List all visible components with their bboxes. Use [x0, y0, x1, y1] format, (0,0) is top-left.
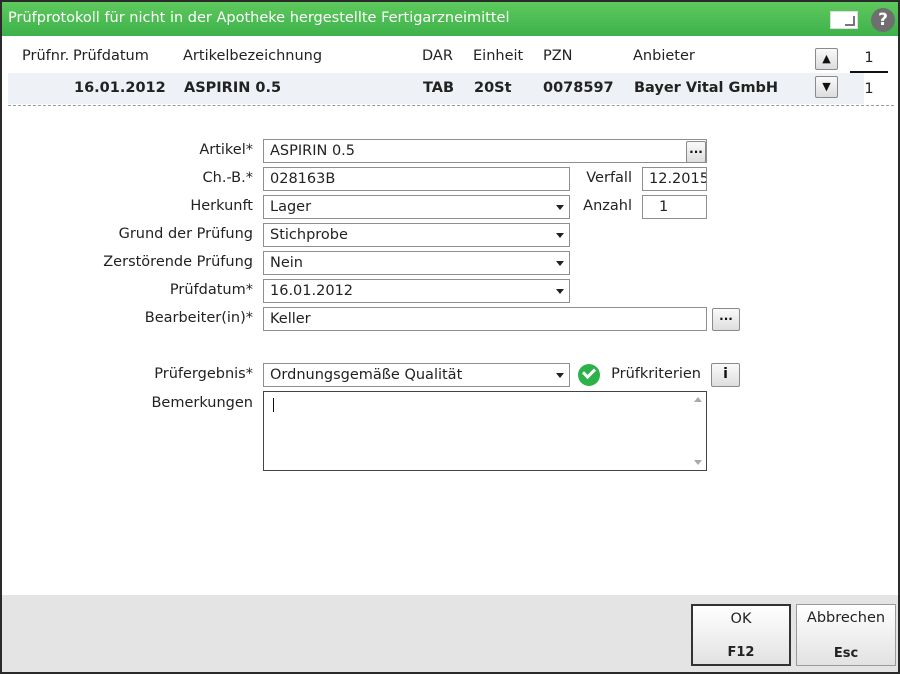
- info-button[interactable]: i: [711, 363, 740, 387]
- grund-label: Grund der Prüfung: [118, 226, 253, 242]
- col-header-pruefnr[interactable]: Prüfnr.: [22, 48, 69, 64]
- charge-field[interactable]: 028163B: [263, 167, 570, 191]
- layout-icon[interactable]: [830, 11, 858, 29]
- ergebnis-select[interactable]: Ordnungsgemäße Qualität: [263, 363, 570, 387]
- anzahl-field[interactable]: 1: [642, 195, 707, 219]
- bearbeiter-label: Bearbeiter(in)*: [144, 310, 253, 326]
- textarea-scrollbar[interactable]: [690, 392, 706, 470]
- row-anbieter: Bayer Vital GmbH: [634, 80, 779, 96]
- row-divider: [8, 105, 894, 106]
- help-icon[interactable]: ?: [871, 8, 895, 32]
- cancel-button-label: Abbrechen: [806, 610, 886, 626]
- row-dar: TAB: [423, 80, 455, 96]
- ok-button-label: OK: [730, 611, 752, 627]
- next-record-button[interactable]: ▼: [815, 76, 838, 98]
- col-header-dar[interactable]: DAR: [422, 48, 453, 64]
- verfall-field[interactable]: 12.2015: [642, 167, 707, 191]
- row-artikel: ASPIRIN 0.5: [184, 80, 282, 96]
- ok-button-shortcut: F12: [727, 645, 755, 660]
- total-record-count: 1: [864, 81, 874, 97]
- col-header-artikel[interactable]: Artikelbezeichnung: [183, 48, 322, 64]
- bemerkungen-label: Bemerkungen: [151, 395, 253, 411]
- record-counter-divider: [850, 71, 888, 73]
- verfall-label: Verfall: [586, 170, 632, 186]
- scroll-up-icon[interactable]: [694, 397, 702, 402]
- bemerkungen-textarea[interactable]: [263, 391, 707, 471]
- col-header-anbieter[interactable]: Anbieter: [633, 48, 695, 64]
- text-caret: [273, 398, 274, 412]
- kriterien-label: Prüfkriterien: [611, 366, 701, 382]
- col-header-pruefdatum[interactable]: Prüfdatum: [73, 48, 149, 64]
- artikel-label: Artikel*: [199, 142, 253, 158]
- herkunft-label: Herkunft: [190, 198, 253, 214]
- scroll-down-icon[interactable]: [694, 460, 702, 465]
- previous-record-button[interactable]: ▲: [815, 48, 838, 70]
- dialog-window: Prüfprotokoll für nicht in der Apotheke …: [0, 0, 900, 674]
- row-einheit: 20St: [474, 80, 512, 96]
- col-header-pzn[interactable]: PZN: [543, 48, 573, 64]
- row-pzn: 0078597: [543, 80, 614, 96]
- cancel-button[interactable]: Abbrechen Esc: [796, 604, 896, 666]
- check-circle-icon: [578, 364, 600, 386]
- pruefdatum-select[interactable]: 16.01.2012: [263, 279, 570, 303]
- row-pruefdatum: 16.01.2012: [74, 80, 166, 96]
- artikel-lookup-button[interactable]: ...: [686, 141, 706, 163]
- artikel-field[interactable]: ASPIRIN 0.5: [263, 139, 707, 163]
- cancel-button-shortcut: Esc: [833, 646, 859, 661]
- zerstoerend-select[interactable]: Nein: [263, 251, 570, 275]
- bearbeiter-field[interactable]: Keller: [263, 307, 707, 331]
- ok-button[interactable]: OK F12: [691, 604, 791, 666]
- title-bar: Prüfprotokoll für nicht in der Apotheke …: [2, 2, 898, 36]
- charge-label: Ch.-B.*: [202, 170, 253, 186]
- zerstoerend-label: Zerstörende Prüfung: [103, 254, 253, 270]
- pruefdatum-label: Prüfdatum*: [169, 282, 253, 298]
- ergebnis-label: Prüfergebnis*: [154, 366, 253, 382]
- col-header-einheit[interactable]: Einheit: [473, 48, 523, 64]
- window-title: Prüfprotokoll für nicht in der Apotheke …: [8, 10, 510, 26]
- anzahl-label: Anzahl: [583, 198, 632, 214]
- herkunft-select[interactable]: Lager: [263, 195, 570, 219]
- grund-select[interactable]: Stichprobe: [263, 223, 570, 247]
- bearbeiter-lookup-button[interactable]: ...: [712, 308, 740, 331]
- current-record-number: 1: [864, 50, 874, 66]
